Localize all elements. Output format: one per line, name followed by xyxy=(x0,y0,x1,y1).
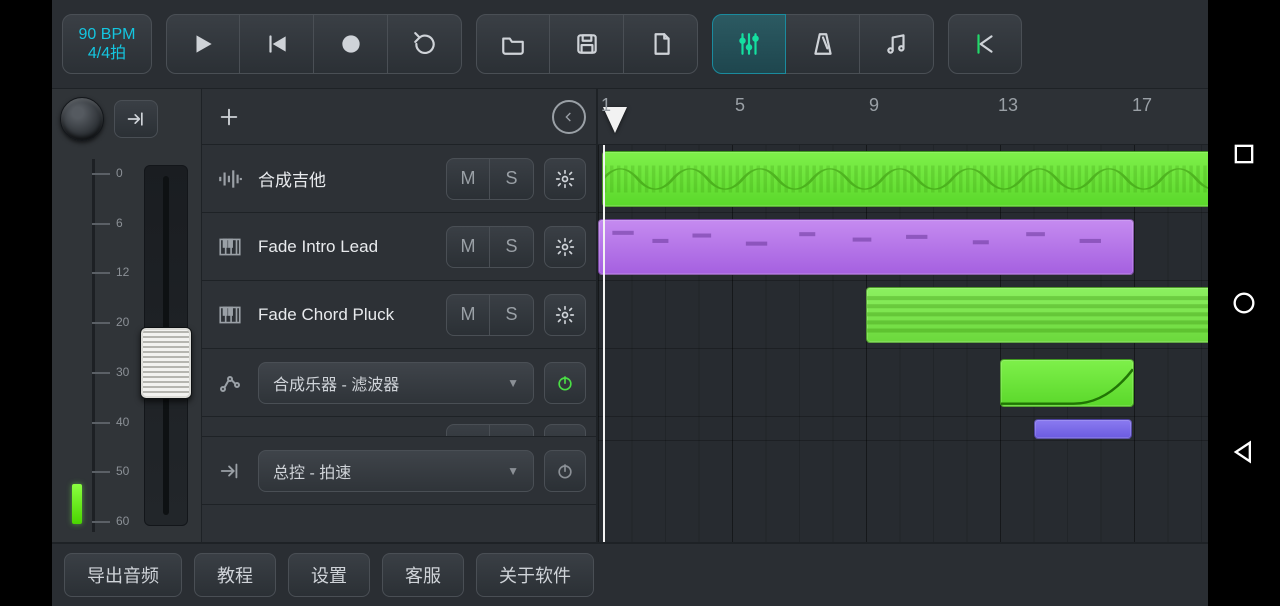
bottom-bar: 导出音频 教程 设置 客服 关于软件 xyxy=(52,542,1208,606)
play-button[interactable] xyxy=(166,14,240,74)
fader-tick-label: 0 xyxy=(116,166,123,180)
automation-icon xyxy=(212,365,248,401)
settings-button[interactable]: 设置 xyxy=(288,553,370,597)
track-list-header xyxy=(202,89,596,145)
master-select[interactable]: 总控 - 拍速 ▼ xyxy=(258,450,534,492)
master-strip: 0 6 12 20 30 40 50 60 xyxy=(52,89,202,542)
fader-tick-label: 50 xyxy=(116,464,129,478)
app-window: 90 BPM 4/4拍 xyxy=(52,0,1208,606)
mute-button[interactable]: M xyxy=(446,158,490,200)
new-button[interactable] xyxy=(624,14,698,74)
tempo-bpm: 90 BPM xyxy=(79,25,136,44)
track-row[interactable]: Fade Chord Pluck M S xyxy=(202,281,596,349)
ruler[interactable]: 1 5 9 13 17 xyxy=(598,89,1208,145)
solo-button[interactable]: S xyxy=(490,294,534,336)
goto-start-button[interactable] xyxy=(948,14,1022,74)
solo-button[interactable]: S xyxy=(490,226,534,268)
save-button[interactable] xyxy=(550,14,624,74)
open-button[interactable] xyxy=(476,14,550,74)
midi-clip[interactable] xyxy=(598,219,1134,275)
toolbar: 90 BPM 4/4拍 xyxy=(52,0,1208,88)
fader-tick-label: 60 xyxy=(116,514,129,528)
back-button[interactable] xyxy=(1230,438,1258,466)
bar-label: 17 xyxy=(1132,95,1152,116)
about-button[interactable]: 关于软件 xyxy=(476,553,594,597)
track-row[interactable]: 合成吉他 M S xyxy=(202,145,596,213)
transport-group xyxy=(166,14,462,74)
fx-select[interactable]: 合成乐器 - 滤波器 ▼ xyxy=(258,362,534,404)
track-name: 合成吉他 xyxy=(258,166,436,191)
support-button[interactable]: 客服 xyxy=(382,553,464,597)
mute-button[interactable]: M xyxy=(446,424,490,437)
mute-button[interactable]: M xyxy=(446,226,490,268)
fader-tick-label: 30 xyxy=(116,365,129,379)
tools-group xyxy=(712,14,934,74)
quantize-button[interactable] xyxy=(860,14,934,74)
add-track-button[interactable] xyxy=(212,100,246,134)
rewind-button[interactable] xyxy=(240,14,314,74)
master-fader-area: 0 6 12 20 30 40 50 60 xyxy=(52,159,201,532)
route-button[interactable] xyxy=(114,100,158,138)
audio-clip[interactable] xyxy=(602,151,1208,207)
fader-tick-label: 20 xyxy=(116,315,129,329)
waveform-icon xyxy=(212,161,248,197)
solo-button[interactable]: S xyxy=(490,424,534,437)
fx-row: 合成乐器 - 滤波器 ▼ xyxy=(202,349,596,417)
fx-power-button[interactable] xyxy=(544,362,586,404)
bar-label: 1 xyxy=(601,95,611,116)
collapse-button[interactable] xyxy=(552,100,586,134)
tutorial-button[interactable]: 教程 xyxy=(194,553,276,597)
android-nav xyxy=(1208,0,1280,606)
bar-label: 13 xyxy=(998,95,1018,116)
record-button[interactable] xyxy=(314,14,388,74)
track-settings-button[interactable] xyxy=(544,424,586,437)
master-power-button[interactable] xyxy=(544,450,586,492)
bar-label: 9 xyxy=(869,95,879,116)
home-button[interactable] xyxy=(1230,289,1258,317)
route-icon xyxy=(212,453,248,489)
fader-tick-label: 12 xyxy=(116,265,129,279)
track-settings-button[interactable] xyxy=(544,294,586,336)
track-name: Fade Intro Lead xyxy=(258,237,436,257)
midi-clip[interactable] xyxy=(866,287,1208,343)
fader-tick-label: 6 xyxy=(116,216,123,230)
piano-icon xyxy=(212,297,248,333)
workspace: 0 6 12 20 30 40 50 60 合成吉他 xyxy=(52,88,1208,542)
level-meter xyxy=(72,484,82,524)
piano-icon xyxy=(212,229,248,265)
master-fader[interactable] xyxy=(144,165,188,526)
master-row: 总控 - 拍速 ▼ xyxy=(202,437,596,505)
bar-label: 5 xyxy=(735,95,745,116)
track-row-partial[interactable]: M S xyxy=(202,417,596,437)
pan-knob[interactable] xyxy=(60,97,104,141)
fader-tick-label: 40 xyxy=(116,415,129,429)
recents-button[interactable] xyxy=(1230,140,1258,168)
automation-clip[interactable] xyxy=(1000,359,1134,407)
export-button[interactable]: 导出音频 xyxy=(64,553,182,597)
metronome-button[interactable] xyxy=(786,14,860,74)
track-row[interactable]: Fade Intro Lead M S xyxy=(202,213,596,281)
track-list: 合成吉他 M S Fade Intro Lead xyxy=(202,89,598,542)
mixer-button[interactable] xyxy=(712,14,786,74)
solo-button[interactable]: S xyxy=(490,158,534,200)
track-name: Fade Chord Pluck xyxy=(258,305,436,325)
chevron-down-icon: ▼ xyxy=(507,464,519,478)
loop-button[interactable] xyxy=(388,14,462,74)
track-settings-button[interactable] xyxy=(544,158,586,200)
tempo-button[interactable]: 90 BPM 4/4拍 xyxy=(62,14,152,74)
fx-label: 合成乐器 - 滤波器 xyxy=(273,371,399,395)
timeline: 1 5 9 13 17 xyxy=(598,89,1208,542)
file-group xyxy=(476,14,698,74)
track-settings-button[interactable] xyxy=(544,226,586,268)
master-label: 总控 - 拍速 xyxy=(273,459,351,483)
mute-button[interactable]: M xyxy=(446,294,490,336)
chevron-down-icon: ▼ xyxy=(507,376,519,390)
midi-clip[interactable] xyxy=(1034,419,1132,439)
arrange-area[interactable] xyxy=(598,145,1208,542)
tempo-sig: 4/4拍 xyxy=(88,44,126,63)
